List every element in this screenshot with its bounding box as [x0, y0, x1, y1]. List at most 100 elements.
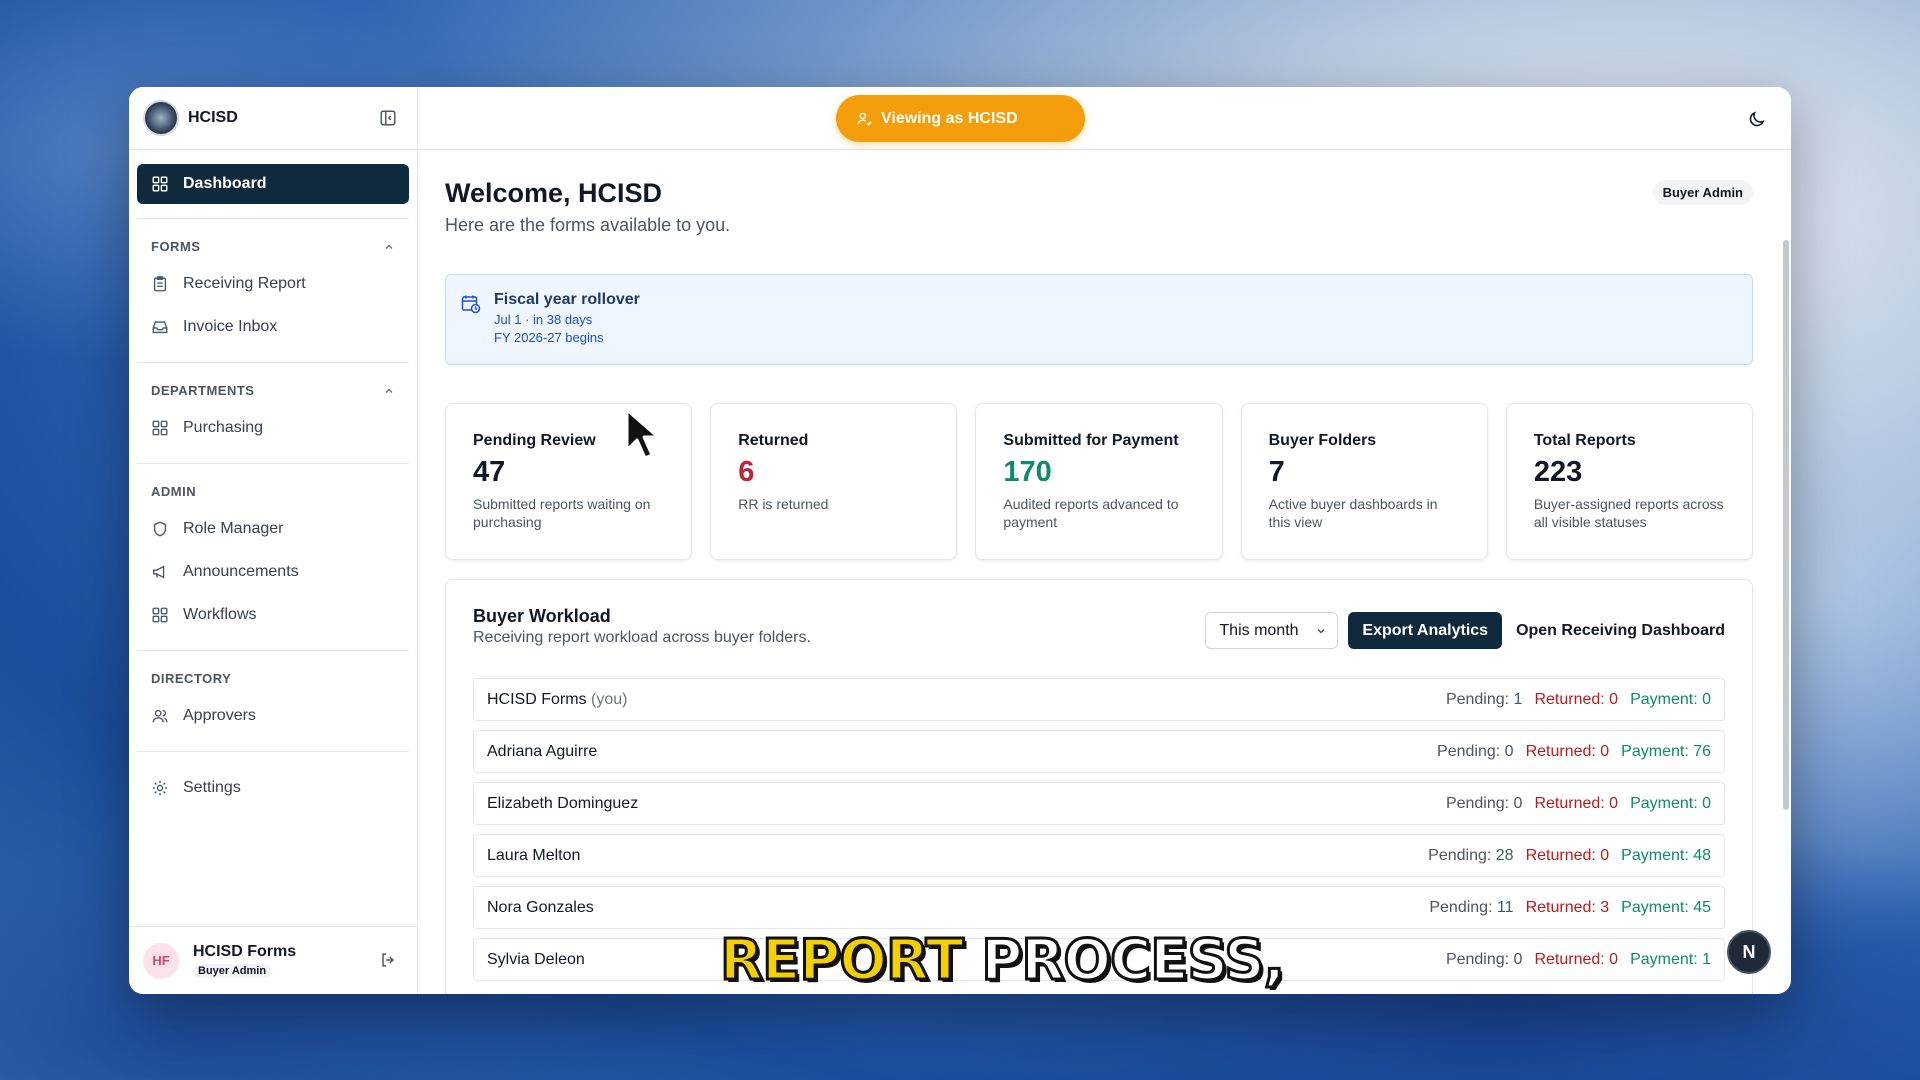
stat-value: 6 [738, 456, 755, 488]
grid-icon [152, 607, 168, 622]
district-seal-logo [143, 100, 179, 136]
scrollbar[interactable] [1783, 240, 1789, 810]
stat-card[interactable]: Submitted for Payment 170 Audited reports … [975, 403, 1223, 560]
section-directory-header: DIRECTORY [137, 665, 409, 694]
sidebar-item-settings[interactable]: Settings [137, 766, 409, 809]
chevron-up-icon [385, 244, 393, 249]
sidebar-item-label: Announcements [183, 562, 299, 580]
table-row[interactable]: Elizabeth Dominguez Pending: 0 Returned: 0… [473, 782, 1725, 825]
fiscal-title: Fiscal year rollover [494, 291, 640, 308]
export-analytics-button[interactable]: Export Analytics [1348, 612, 1503, 649]
you-suffix: (you) [591, 690, 628, 708]
buyer-name-text: Adriana Aguirre [487, 742, 598, 760]
buyer-name-text: HCISD Forms [487, 690, 587, 708]
user-footer: HF HCISD Forms Buyer Admin [129, 926, 417, 994]
dark-mode-moon-icon[interactable] [1747, 109, 1767, 129]
dashboard-content: Welcome, HCISD Here are the forms availa… [418, 150, 1791, 994]
sidebar-item-label: Role Manager [183, 519, 284, 537]
sidebar-item-label: Receiving Report [183, 274, 306, 292]
returned-count: Returned: 0 [1534, 794, 1619, 812]
stat-label: Returned [738, 432, 809, 449]
table-row[interactable]: HCISD Forms (you) Pending: 1 Returned: 0 Pa… [473, 678, 1725, 721]
shield-icon [153, 521, 167, 536]
stat-card[interactable]: Total Reports 223 Buyer-assigned reports a… [1505, 403, 1754, 560]
stat-description: Active buyer dashboards in this view [1268, 496, 1438, 530]
floating-n-badge[interactable]: N [1727, 930, 1771, 974]
pending-count: Pending: 0 [1445, 950, 1523, 968]
section-departments-header[interactable]: DEPARTMENTS [137, 377, 409, 406]
stat-card[interactable]: Buyer Folders 7 Active buyer dashboards in… [1240, 403, 1488, 560]
brand-name: HCISD [188, 109, 238, 126]
sidebar-item-workflows[interactable]: Workflows [137, 593, 409, 636]
page-title: Welcome, HCISD [445, 178, 663, 208]
returned-count: Returned: 0 [1534, 690, 1619, 708]
table-row[interactable]: Laura Melton Pending: 28 Returned: 0 Paymen… [473, 834, 1725, 877]
divider [137, 751, 409, 752]
brand-header: HCISD [129, 87, 417, 150]
gear-icon [152, 780, 168, 795]
row-stats: Pending: 0 Returned: 0 Payment: 0 [1446, 795, 1711, 813]
payment-count: Payment: 76 [1621, 742, 1711, 760]
section-title: FORMS [151, 239, 201, 254]
table-row[interactable]: Nora Gonzales Pending: 11 Returned: 3 Payme… [473, 886, 1725, 929]
sidebar-item-receiving-report[interactable]: Receiving Report [137, 262, 409, 305]
stat-card[interactable]: Returned 6 RR is returned [710, 403, 958, 560]
stat-value: 7 [1268, 456, 1285, 488]
avatar[interactable]: HF [143, 942, 179, 979]
grid-icon [152, 420, 168, 435]
viewing-as-banner[interactable]: Viewing as HCISD [836, 95, 1085, 142]
sidebar-item-approvers[interactable]: Approvers [137, 694, 409, 737]
open-receiving-dashboard-button[interactable]: Open Receiving Dashboard [1512, 622, 1725, 640]
stat-value: 170 [1003, 456, 1052, 488]
sidebar: HCISD Dashboard FORMS Receiving Report I… [129, 87, 418, 994]
period-select-value: This month [1219, 621, 1299, 639]
megaphone-icon [153, 565, 165, 578]
viewing-as-label: Viewing as HCISD [881, 109, 1018, 127]
workload-heading: Buyer Workload Receiving report workload… [473, 606, 811, 647]
buyer-name: Adriana Aguirre [487, 743, 597, 761]
mouse-cursor-icon [625, 408, 660, 460]
app-window: HCISD Dashboard FORMS Receiving Report I… [129, 87, 1791, 994]
payment-count: Payment: 0 [1630, 690, 1711, 708]
sidebar-item-purchasing[interactable]: Purchasing [137, 406, 409, 449]
pending-count: Pending: 0 [1437, 742, 1514, 760]
divider [137, 218, 409, 219]
sidebar-item-invoice-inbox[interactable]: Invoice Inbox [137, 305, 409, 348]
sidebar-toggle-icon[interactable] [379, 109, 397, 127]
section-forms-header[interactable]: FORMS [137, 233, 409, 262]
user-name: HCISD Forms [193, 942, 297, 960]
row-stats: Pending: 0 Returned: 0 Payment: 76 [1437, 743, 1711, 761]
period-select[interactable]: This month [1205, 612, 1339, 649]
payment-count: Payment: 45 [1621, 898, 1711, 916]
caption-text: PROCESS, [980, 927, 1287, 995]
sidebar-item-label: Approvers [183, 706, 256, 724]
stat-label: Total Reports [1533, 432, 1636, 449]
sidebar-item-label: Workflows [183, 605, 257, 623]
sidebar-item-announcements[interactable]: Announcements [137, 550, 409, 593]
workload-title: Buyer Workload [473, 606, 611, 626]
returned-count: Returned: 0 [1525, 742, 1610, 760]
clipboard-icon [153, 275, 167, 291]
payment-count: Payment: 1 [1630, 950, 1711, 968]
buyer-name: Laura Melton [487, 847, 580, 865]
fiscal-rollover-notice: Fiscal year rollover Jul 1 · in 38 days … [445, 274, 1753, 365]
table-row[interactable]: Adriana Aguirre Pending: 0 Returned: 0 Paym… [473, 730, 1725, 773]
video-caption: REPORT PROCESS, [719, 927, 1287, 995]
sidebar-item-role-manager[interactable]: Role Manager [137, 507, 409, 550]
stat-description: RR is returned [738, 496, 829, 512]
row-stats: Pending: 11 Returned: 3 Payment: 45 [1429, 899, 1711, 917]
buyer-name-text: Nora Gonzales [487, 898, 594, 916]
calendar-clock-icon [461, 295, 481, 314]
section-admin-header: ADMIN [137, 478, 409, 507]
buyer-name: Elizabeth Dominguez [487, 795, 638, 813]
row-stats: Pending: 28 Returned: 0 Payment: 48 [1428, 847, 1711, 865]
divider [137, 650, 409, 651]
inbox-icon [152, 320, 168, 333]
caption-highlight: REPORT [719, 927, 966, 995]
payment-count: Payment: 48 [1621, 846, 1711, 864]
returned-count: Returned: 0 [1525, 846, 1610, 864]
sidebar-item-dashboard[interactable]: Dashboard [137, 164, 409, 204]
logout-icon[interactable] [379, 951, 397, 969]
chevron-down-icon [1317, 628, 1325, 633]
stat-description: Audited reports advanced to payment [1003, 496, 1179, 530]
